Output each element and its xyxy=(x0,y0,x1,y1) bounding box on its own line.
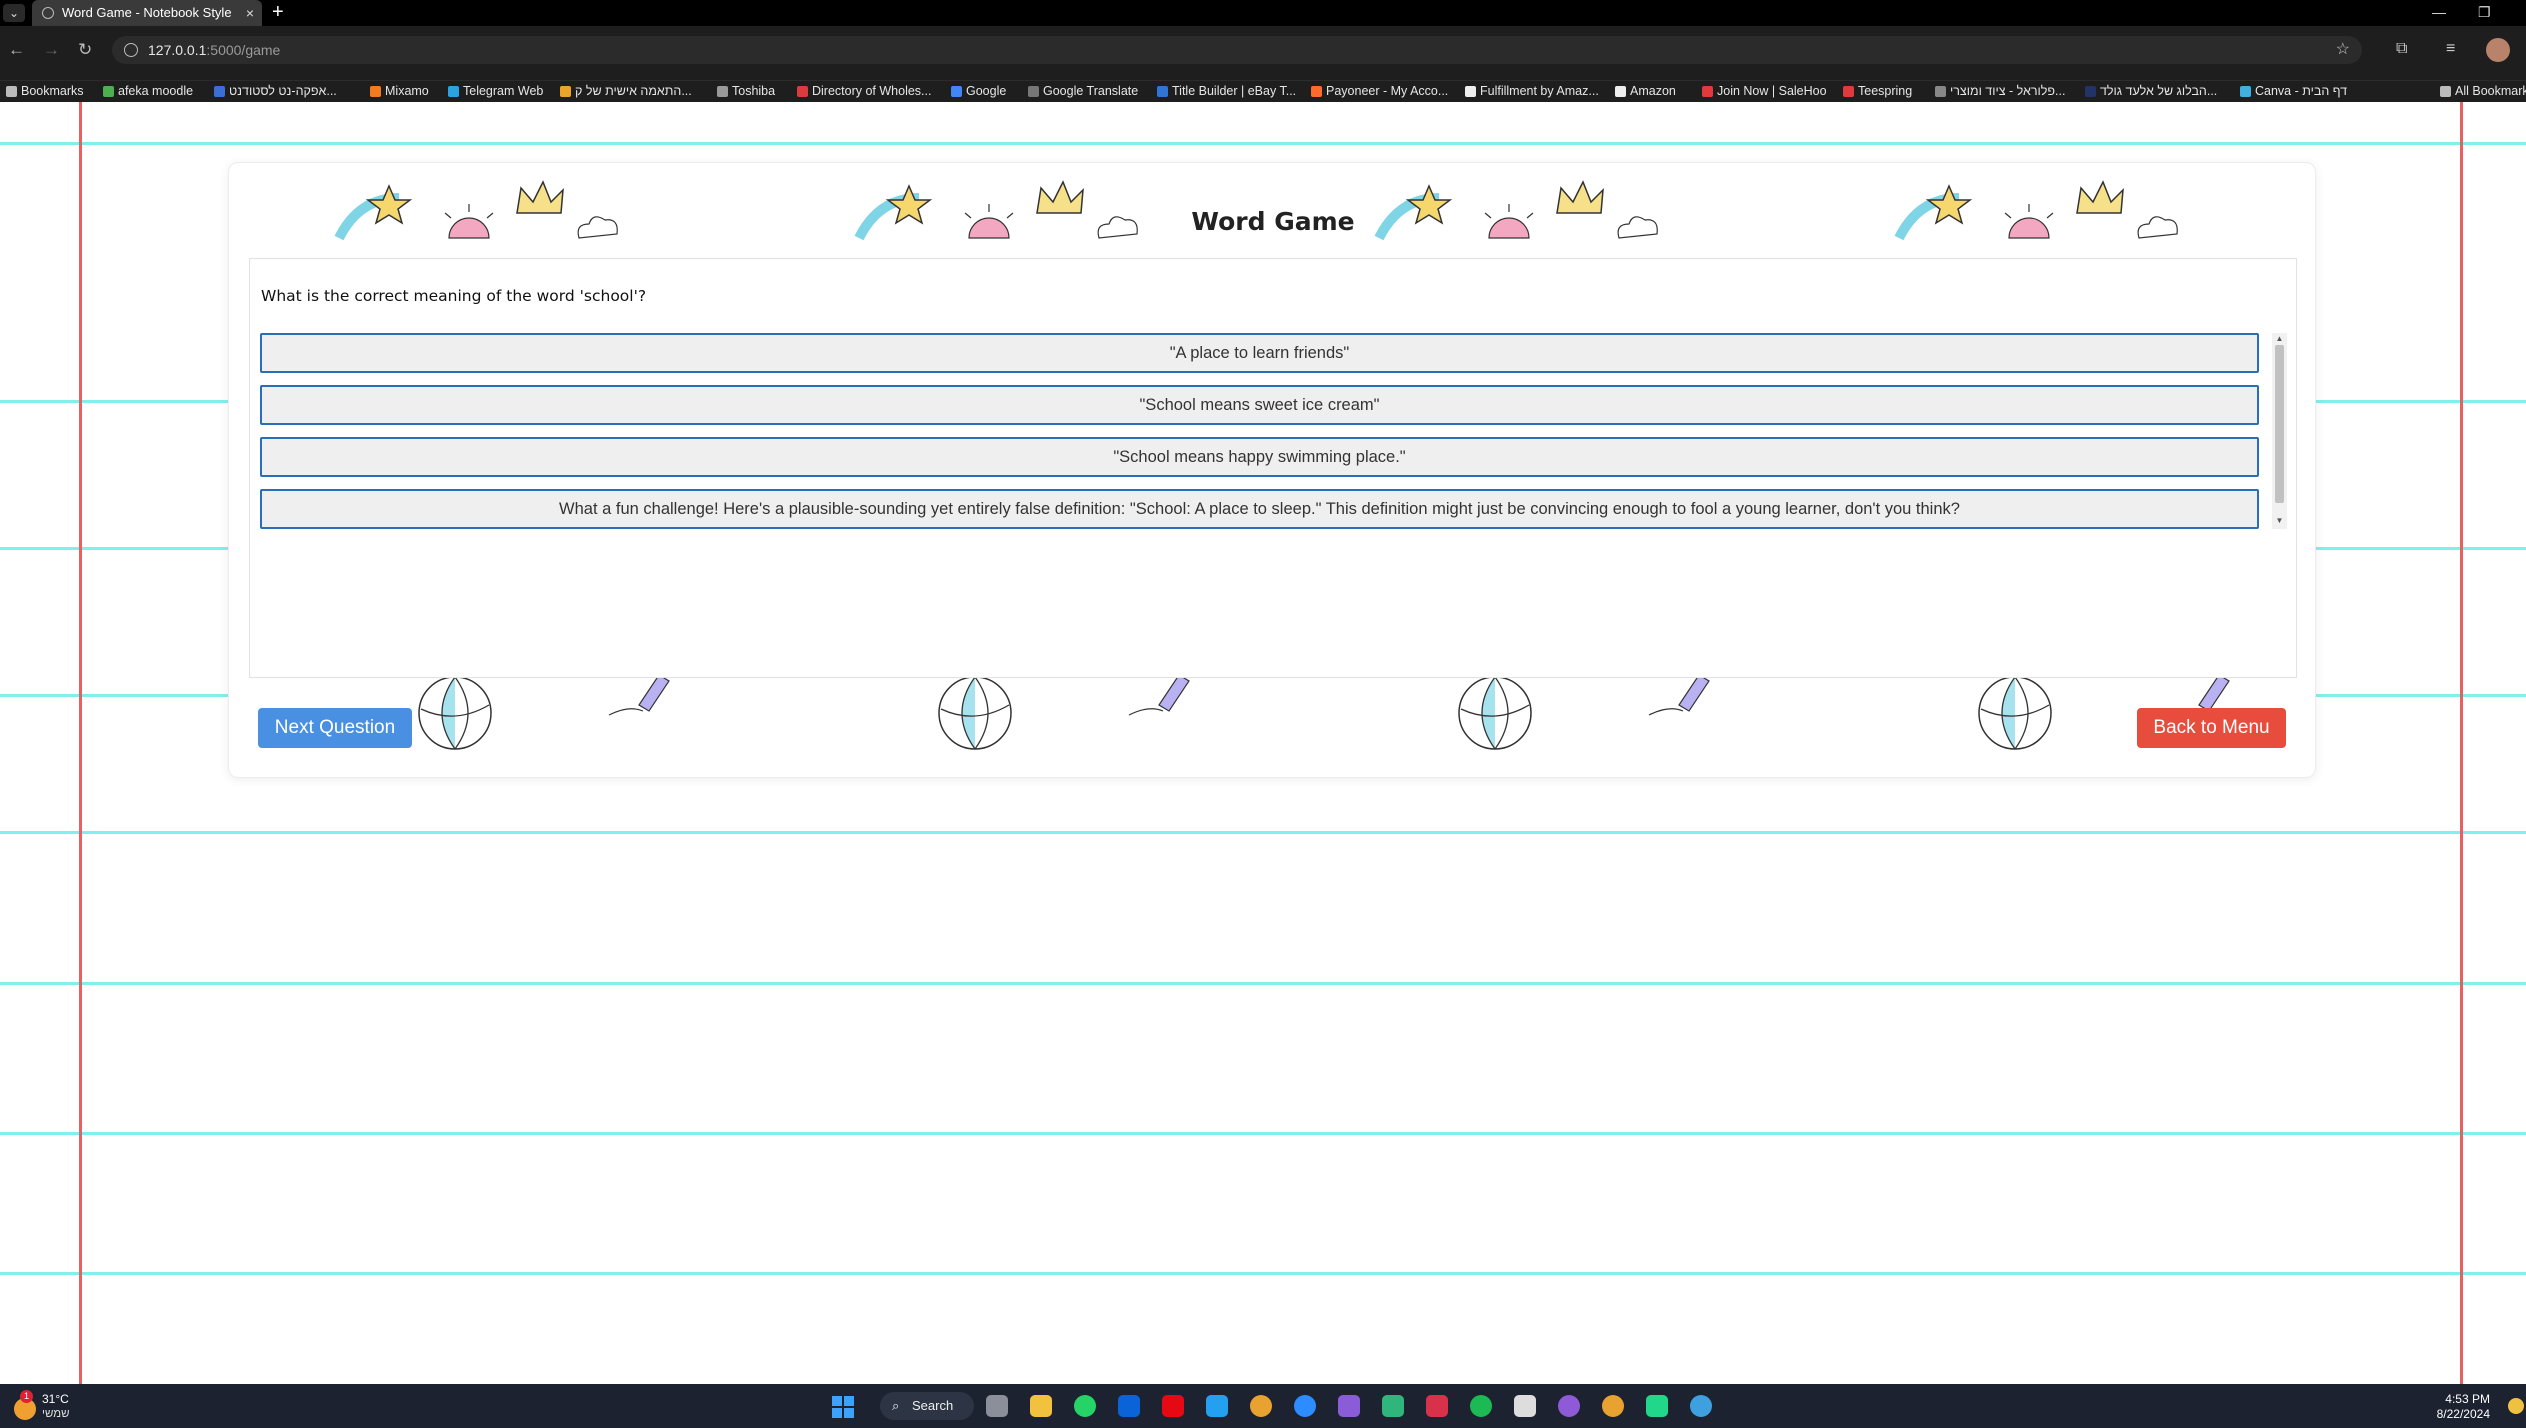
taskbar-search[interactable]: ⌕ Search xyxy=(880,1392,974,1420)
jetbrains-icon[interactable] xyxy=(1426,1395,1448,1417)
spotify-icon[interactable] xyxy=(1470,1395,1492,1417)
reload-icon[interactable]: ↻ xyxy=(78,40,92,60)
globe-icon xyxy=(42,7,54,19)
outlook-icon[interactable] xyxy=(1118,1395,1140,1417)
answer-option-4[interactable]: What a fun challenge! Here's a plausible… xyxy=(260,489,2259,529)
bottom-doodle-strip xyxy=(418,675,2230,750)
ruled-line xyxy=(0,831,2526,834)
chrome-icon[interactable] xyxy=(1250,1395,1272,1417)
back-to-menu-button[interactable]: Back to Menu xyxy=(2137,708,2286,748)
answer-option-2[interactable]: "School means sweet ice cream" xyxy=(260,385,2259,425)
new-tab-button[interactable]: + xyxy=(272,0,284,24)
zoom-icon[interactable] xyxy=(1294,1395,1316,1417)
back-arrow-icon[interactable]: ← xyxy=(8,40,25,60)
meet-icon[interactable] xyxy=(1382,1395,1404,1417)
extensions-icon[interactable]: ⧉ xyxy=(2396,40,2407,58)
bookmark-item[interactable]: All Bookmarks xyxy=(2440,81,2526,103)
globe-app-icon[interactable] xyxy=(1690,1395,1712,1417)
unity-icon[interactable] xyxy=(1514,1395,1536,1417)
url-host: 127.0.0.1 xyxy=(148,42,207,58)
windows-start-icon[interactable] xyxy=(832,1396,854,1418)
netflix-icon[interactable] xyxy=(1162,1395,1184,1417)
site-info-icon[interactable] xyxy=(124,43,138,57)
address-bar[interactable]: 127.0.0.1:5000/game ☆ xyxy=(112,36,2362,64)
forward-arrow-icon[interactable]: → xyxy=(43,40,60,60)
whatsapp-icon[interactable] xyxy=(1074,1395,1096,1417)
taskbar-search-label: Search xyxy=(912,1398,954,1413)
browser-tab-word-game[interactable]: Word Game - Notebook Style × xyxy=(32,0,262,26)
visual-studio-icon[interactable] xyxy=(1338,1395,1360,1417)
file-explorer-icon[interactable] xyxy=(1030,1395,1052,1417)
bookmark-item[interactable]: Google Translate xyxy=(1028,81,1138,103)
bookmark-item[interactable]: Fulfillment by Amaz... xyxy=(1465,81,1599,103)
clock-date: 8/22/2024 xyxy=(2436,1407,2490,1421)
bookmark-item[interactable]: Directory of Wholes... xyxy=(797,81,931,103)
bookmark-item[interactable]: הבלוג של אלעד גולד... xyxy=(2085,81,2217,103)
close-tab-button[interactable]: × xyxy=(246,0,254,26)
browser-toolbar: ← → ↻ 127.0.0.1:5000/game ☆ ⧉ ≡ xyxy=(0,26,2526,80)
ruled-line xyxy=(0,1272,2526,1275)
search-icon: ⌕ xyxy=(892,1398,900,1413)
url-path: :5000/game xyxy=(206,42,281,58)
pycharm-icon[interactable] xyxy=(1646,1395,1668,1417)
bookmark-item[interactable]: Canva - דף הבית xyxy=(2240,81,2347,103)
right-margin-line xyxy=(2460,102,2463,1384)
weather-description: שמשי xyxy=(42,1408,70,1420)
notebook-page: Word Game What is the correct meaning of… xyxy=(0,102,2526,1384)
bookmark-item[interactable]: אפקה-נט לסטודנט... xyxy=(214,81,337,103)
clock-time: 4:53 PM xyxy=(2445,1392,2490,1406)
answer-list-scrollbar[interactable]: ▲ ▼ xyxy=(2272,333,2287,529)
left-margin-line xyxy=(79,102,82,1384)
bookmark-item[interactable]: afeka moodle xyxy=(103,81,193,103)
game-title: Word Game xyxy=(229,207,2315,236)
bookmark-star-icon[interactable]: ☆ xyxy=(2336,36,2350,64)
bookmark-item[interactable]: Amazon xyxy=(1615,81,1676,103)
question-text: What is the correct meaning of the word … xyxy=(261,287,647,305)
scroll-down-arrow-icon[interactable]: ▼ xyxy=(2272,516,2287,525)
restore-icon[interactable]: ❐ xyxy=(2478,0,2491,24)
bookmark-item[interactable]: Join Now | SaleHoo xyxy=(1702,81,1827,103)
next-question-button[interactable]: Next Question xyxy=(258,708,412,748)
tab-search-chevron-icon[interactable]: ⌄ xyxy=(3,4,25,22)
bookmark-item[interactable]: פלוראל - ציוד ומוצרי... xyxy=(1935,81,2065,103)
ruled-line xyxy=(0,142,2526,145)
scrollbar-thumb[interactable] xyxy=(2275,345,2284,503)
weather-badge: 1 xyxy=(20,1390,33,1403)
profile-avatar[interactable] xyxy=(2486,38,2510,62)
minimize-icon[interactable]: — xyxy=(2432,0,2446,24)
answer-option-1[interactable]: "A place to learn friends" xyxy=(260,333,2259,373)
answer-list[interactable]: "A place to learn friends" "School means… xyxy=(260,333,2287,529)
bookmarks-bar: Bookmarks afeka moodle אפקה-נט לסטודנט... M… xyxy=(0,80,2526,102)
bookmark-item[interactable]: Mixamo xyxy=(370,81,429,103)
bookmark-item[interactable]: Payoneer - My Acco... xyxy=(1311,81,1448,103)
answer-option-3[interactable]: "School means happy swimming place." xyxy=(260,437,2259,477)
chrome-profile-icon[interactable] xyxy=(1602,1395,1624,1417)
media-control-icon[interactable]: ≡ xyxy=(2446,40,2455,58)
browser-tab-bar: ⌄ Word Game - Notebook Style × + — ❐ xyxy=(0,0,2526,26)
bookmark-item[interactable]: Telegram Web xyxy=(448,81,543,103)
bookmark-item[interactable]: התאמה אישית של ק... xyxy=(560,81,692,103)
system-clock[interactable]: 4:53 PM 8/22/2024 xyxy=(2420,1392,2490,1422)
scroll-up-arrow-icon[interactable]: ▲ xyxy=(2272,334,2287,343)
task-view-icon[interactable] xyxy=(986,1395,1008,1417)
github-desktop-icon[interactable] xyxy=(1558,1395,1580,1417)
notification-icon[interactable] xyxy=(2508,1398,2524,1414)
ruled-line xyxy=(0,982,2526,985)
question-panel: What is the correct meaning of the word … xyxy=(249,258,2297,678)
bookmark-item[interactable]: Toshiba xyxy=(717,81,775,103)
vscode-icon[interactable] xyxy=(1206,1395,1228,1417)
game-title-text: Word Game xyxy=(1185,207,1361,236)
bookmark-item[interactable]: Teespring xyxy=(1843,81,1912,103)
ruled-line xyxy=(0,1132,2526,1135)
tab-title: Word Game - Notebook Style xyxy=(62,5,232,20)
bookmark-item[interactable]: Title Builder | eBay T... xyxy=(1157,81,1296,103)
bookmark-item[interactable]: Bookmarks xyxy=(6,81,84,103)
game-card: Word Game What is the correct meaning of… xyxy=(228,162,2316,778)
windows-taskbar: 1 31°C שמשי ⌕ Search 4:53 PM 8/22/2024 xyxy=(0,1384,2526,1428)
weather-temperature: 31°C xyxy=(42,1392,69,1406)
bookmark-item[interactable]: Google xyxy=(951,81,1006,103)
